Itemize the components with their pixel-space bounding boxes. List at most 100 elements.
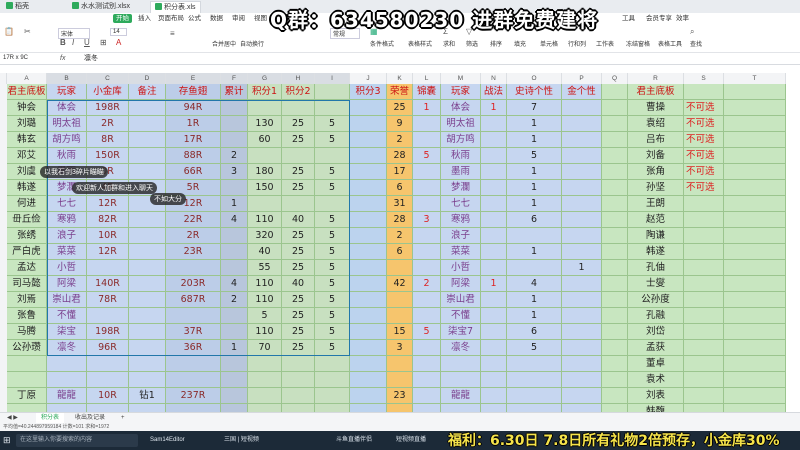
cell[interactable]: 凛冬 <box>47 340 87 356</box>
cell[interactable] <box>129 164 166 180</box>
cell[interactable] <box>724 228 786 244</box>
cell[interactable] <box>684 196 724 212</box>
cell[interactable]: 1 <box>507 116 562 132</box>
cell[interactable]: 体会 <box>47 100 87 116</box>
cell[interactable] <box>315 196 350 212</box>
cell[interactable] <box>724 244 786 260</box>
cell[interactable]: 崇山君 <box>47 292 87 308</box>
cell[interactable]: 孔伷 <box>628 260 684 276</box>
cell[interactable]: 25 <box>282 324 315 340</box>
cell[interactable]: 孔融 <box>628 308 684 324</box>
cell[interactable] <box>129 340 166 356</box>
row-number[interactable] <box>0 388 7 404</box>
cell[interactable]: 237R <box>166 388 221 404</box>
cell[interactable]: 5 <box>413 324 441 340</box>
cell[interactable]: 阿梁 <box>441 276 481 292</box>
col-header-i[interactable]: I <box>315 73 350 84</box>
cell[interactable]: 1 <box>507 308 562 324</box>
cell[interactable]: 毌丘俭 <box>7 212 47 228</box>
cell[interactable] <box>221 388 248 404</box>
cell[interactable] <box>350 212 387 228</box>
corner-select-all[interactable] <box>0 73 7 84</box>
row-number[interactable] <box>0 228 7 244</box>
cell[interactable] <box>413 356 441 372</box>
col-header-d[interactable]: D <box>129 73 166 84</box>
cell[interactable]: 1 <box>481 276 507 292</box>
table-style-button[interactable]: 表格样式 <box>408 39 432 48</box>
cell[interactable] <box>481 340 507 356</box>
cell[interactable] <box>387 356 413 372</box>
cell[interactable] <box>602 100 628 116</box>
menu-page-layout[interactable]: 页面布局 <box>158 13 184 24</box>
cell[interactable] <box>684 308 724 324</box>
cell[interactable] <box>684 324 724 340</box>
cell[interactable]: 25 <box>282 244 315 260</box>
cell[interactable] <box>724 132 786 148</box>
cell[interactable] <box>724 372 786 388</box>
cell[interactable] <box>562 308 602 324</box>
cell[interactable] <box>602 196 628 212</box>
cell[interactable] <box>221 244 248 260</box>
cell[interactable] <box>350 228 387 244</box>
cell[interactable]: 25 <box>282 132 315 148</box>
col-header-l[interactable]: L <box>413 73 441 84</box>
cell[interactable] <box>350 324 387 340</box>
cell[interactable]: 寒鸦 <box>441 212 481 228</box>
row-number[interactable] <box>0 340 7 356</box>
cell[interactable] <box>350 244 387 260</box>
cell[interactable] <box>350 132 387 148</box>
cell[interactable]: 1 <box>413 100 441 116</box>
taskbar-search-input[interactable]: 在这里输入你要搜索的内容 <box>16 434 138 447</box>
cell[interactable] <box>413 372 441 388</box>
row-number[interactable] <box>0 260 7 276</box>
cell[interactable] <box>562 276 602 292</box>
cell[interactable] <box>724 308 786 324</box>
cell[interactable] <box>602 388 628 404</box>
cell[interactable] <box>481 132 507 148</box>
cell[interactable] <box>507 356 562 372</box>
cell[interactable] <box>129 132 166 148</box>
cell[interactable] <box>350 196 387 212</box>
cell[interactable]: 公孙瓒 <box>7 340 47 356</box>
cell[interactable]: 28 <box>387 212 413 228</box>
cell[interactable]: 董卓 <box>628 356 684 372</box>
cell[interactable]: 5 <box>315 324 350 340</box>
cell[interactable]: 阿梁 <box>47 276 87 292</box>
cell[interactable] <box>562 164 602 180</box>
bold-icon[interactable]: B <box>60 38 66 47</box>
cell[interactable]: 5 <box>315 116 350 132</box>
cell[interactable] <box>315 148 350 164</box>
cell[interactable]: 198R <box>87 324 129 340</box>
cell[interactable] <box>684 212 724 228</box>
cell[interactable]: 40 <box>248 244 282 260</box>
cell[interactable]: 180 <box>248 164 282 180</box>
cell[interactable]: 130 <box>248 116 282 132</box>
cell[interactable] <box>507 372 562 388</box>
cell[interactable] <box>724 356 786 372</box>
cell[interactable] <box>562 372 602 388</box>
menu-start[interactable]: 开始 <box>113 14 132 23</box>
cell[interactable] <box>684 84 724 100</box>
cell[interactable]: 94R <box>166 100 221 116</box>
cell[interactable]: 战法 <box>481 84 507 100</box>
row-number[interactable] <box>0 132 7 148</box>
cell[interactable] <box>562 228 602 244</box>
cell[interactable] <box>129 148 166 164</box>
cell[interactable] <box>724 212 786 228</box>
cell[interactable] <box>413 340 441 356</box>
cell[interactable]: 刘岱 <box>628 324 684 340</box>
row-number[interactable] <box>0 308 7 324</box>
cell[interactable]: 浪子 <box>441 228 481 244</box>
col-header-h[interactable]: H <box>282 73 315 84</box>
cell[interactable]: 6 <box>507 212 562 228</box>
cell[interactable]: 积分3 <box>350 84 387 100</box>
cell[interactable] <box>221 356 248 372</box>
cell[interactable]: 不可选 <box>684 164 724 180</box>
cell[interactable]: 25 <box>282 164 315 180</box>
cell[interactable]: 韩遂 <box>628 244 684 260</box>
cell[interactable]: 17 <box>387 164 413 180</box>
cell[interactable]: 96R <box>87 340 129 356</box>
cell[interactable]: 150R <box>87 148 129 164</box>
cell[interactable]: 玩家 <box>47 84 87 100</box>
cell[interactable]: 君主底板 <box>628 84 684 100</box>
